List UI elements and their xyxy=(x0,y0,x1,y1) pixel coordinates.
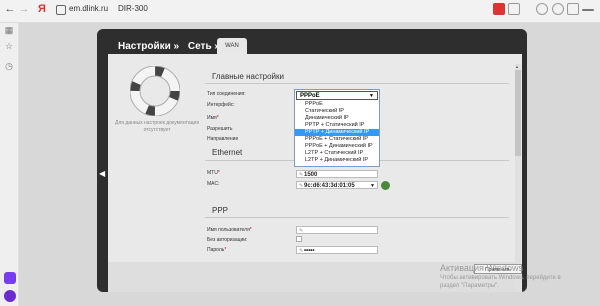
ppp-heading: PPP xyxy=(212,206,229,215)
scrollbar[interactable]: ▲ xyxy=(515,64,521,292)
dropdown-option[interactable]: L2TP + Статический IP xyxy=(295,150,379,157)
forward-arrow-icon[interactable]: → xyxy=(17,3,31,15)
star-icon[interactable]: ☆ xyxy=(4,41,14,51)
browser-sidebar: ▦ ☆ ◷ xyxy=(0,23,19,306)
grid-icon[interactable]: ▦ xyxy=(4,25,14,35)
divider xyxy=(205,83,509,84)
password-label-text: Пароль xyxy=(207,247,225,253)
required-mark: * xyxy=(216,115,219,121)
protect-icon[interactable] xyxy=(536,3,548,15)
breadcrumb: Настройки » Сеть » xyxy=(118,41,226,52)
selected-value: PPPoE xyxy=(300,93,320,99)
alice-icon[interactable] xyxy=(4,272,16,284)
mtu-label: MTU* xyxy=(207,170,220,176)
yandex-logo-icon[interactable]: Я xyxy=(38,3,46,15)
scrollbar-thumb[interactable] xyxy=(515,70,521,156)
address-bar[interactable]: em.dlink.ru xyxy=(69,4,108,13)
dropdown-option[interactable]: PPPoE + Статический IP xyxy=(295,136,379,143)
downloads-icon[interactable] xyxy=(552,3,564,15)
activation-watermark: Активация Windows Чтобы активировать Win… xyxy=(440,263,600,290)
page-title: DIR-300 xyxy=(118,4,148,13)
dropdown-option[interactable]: PPTP + Статический IP xyxy=(295,122,379,129)
main-settings-heading: Главные настройки xyxy=(212,72,284,81)
chevron-down-icon: ▼ xyxy=(370,183,375,189)
ethernet-heading: Ethernet xyxy=(212,148,243,157)
connection-type-dropdown[interactable]: PPPoE ▼ PPPoE Статический IP Динамический … xyxy=(294,89,380,167)
dropdown-option[interactable]: PPPoE + Динамический IP xyxy=(295,143,379,150)
direction-label: Направление xyxy=(207,136,239,142)
documentation-note: Для данных настроек документация отсутст… xyxy=(114,120,200,133)
password-value: ••••• xyxy=(304,248,315,254)
required-mark: * xyxy=(217,170,220,176)
activation-title: Активация Windows xyxy=(440,263,523,273)
username-input[interactable]: ✎ xyxy=(296,226,378,234)
mac-select[interactable]: ✎9c:d6:43:3d:01:05 ▼ xyxy=(296,181,378,189)
divider xyxy=(205,217,509,218)
mtu-label-text: MTU xyxy=(207,170,218,176)
username-label: Имя пользователя* xyxy=(207,227,252,233)
mtu-input[interactable]: ✎1500 xyxy=(296,170,378,178)
mtu-value: 1500 xyxy=(304,172,318,178)
pencil-icon: ✎ xyxy=(299,228,304,234)
tab-wan[interactable]: WAN xyxy=(217,38,247,54)
dropdown-option[interactable]: PPPoE xyxy=(295,101,379,108)
back-arrow-icon[interactable]: ← xyxy=(3,3,17,15)
dropdown-option[interactable]: Статический IP xyxy=(295,108,379,115)
globe-icon[interactable] xyxy=(381,181,390,190)
dropdown-option[interactable]: Динамический IP xyxy=(295,115,379,122)
noauth-checkbox[interactable] xyxy=(296,236,302,242)
breadcrumb-network[interactable]: Сеть » xyxy=(188,41,220,52)
password-label: Пароль* xyxy=(207,247,226,253)
menu-icon[interactable] xyxy=(567,3,579,15)
collapse-arrow-icon[interactable]: ◀ xyxy=(99,169,105,178)
required-mark: * xyxy=(224,247,227,253)
required-mark: * xyxy=(249,227,252,233)
chevron-down-icon: ▼ xyxy=(369,93,374,99)
dropdown-option[interactable]: PPTP + Динамический IP xyxy=(295,129,379,136)
name-label: Имя* xyxy=(207,115,219,121)
lock-icon[interactable] xyxy=(56,5,66,15)
mac-label: MAC: xyxy=(207,181,220,187)
scroll-up-icon[interactable]: ▲ xyxy=(515,64,519,69)
dropdown-option[interactable]: L2TP + Динамический IP xyxy=(295,157,379,164)
username-label-text: Имя пользователя xyxy=(207,227,250,233)
connection-type-label: Тип соединения: xyxy=(207,91,246,97)
browser-toolbar: ← → Я em.dlink.ru DIR-300 xyxy=(0,0,600,23)
history-icon[interactable]: ◷ xyxy=(4,61,14,71)
connection-type-select[interactable]: PPPoE ▼ xyxy=(296,91,378,100)
lifebuoy-icon xyxy=(130,66,180,116)
activation-line3: раздел "Параметры". xyxy=(440,283,499,289)
extension-icon[interactable] xyxy=(493,3,505,15)
allow-label: Разрешить xyxy=(207,126,233,132)
password-input[interactable]: ✎••••• xyxy=(296,246,378,254)
breadcrumb-settings[interactable]: Настройки » xyxy=(118,41,179,52)
name-label-text: Имя xyxy=(207,115,217,121)
noauth-label: Без авторизации: xyxy=(207,237,248,243)
interface-label: Интерфейс: xyxy=(207,102,235,108)
minimize-icon[interactable] xyxy=(582,9,594,11)
mac-value: 9c:d6:43:3d:01:05 xyxy=(304,183,355,189)
extension-icon[interactable] xyxy=(508,3,520,15)
assistant-icon[interactable] xyxy=(4,290,16,302)
activation-line2: Чтобы активировать Windows, перейдите в xyxy=(440,275,561,281)
dropdown-options: PPPoE Статический IP Динамический IP PPTP +… xyxy=(295,101,379,164)
